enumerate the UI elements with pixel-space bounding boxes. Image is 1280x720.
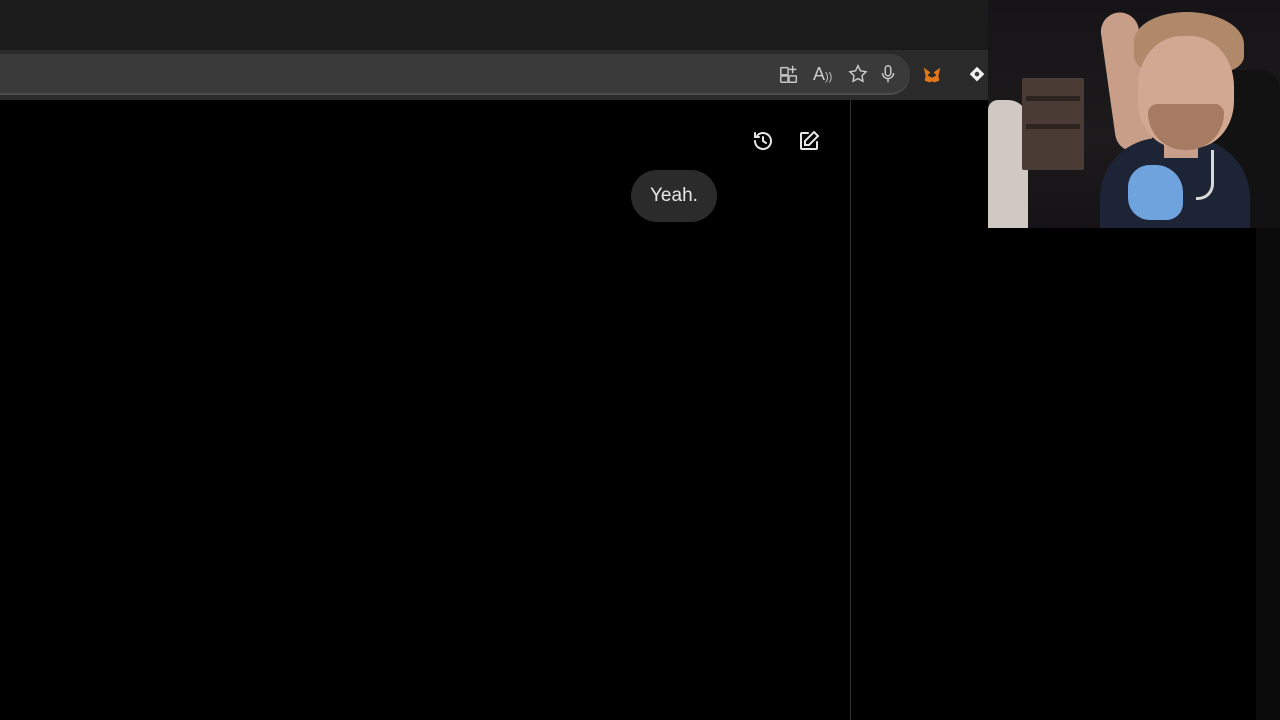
webcam-overlay xyxy=(988,0,1280,228)
message-text: Yeah. xyxy=(650,185,698,206)
metamask-fox-icon[interactable] xyxy=(921,64,943,86)
history-icon[interactable] xyxy=(751,129,775,153)
read-aloud-icon[interactable]: A)) xyxy=(813,63,832,88)
pane-divider xyxy=(850,100,851,720)
extension-icon[interactable] xyxy=(966,64,988,86)
scroll-track xyxy=(1256,228,1280,720)
user-message-bubble: Yeah. xyxy=(631,170,717,222)
address-bar[interactable] xyxy=(0,54,910,95)
favorite-star-icon[interactable] xyxy=(847,63,869,85)
app-available-icon[interactable] xyxy=(778,63,800,85)
new-chat-icon[interactable] xyxy=(797,129,821,153)
microphone-icon[interactable] xyxy=(877,63,899,85)
read-aloud-label: A xyxy=(813,64,826,84)
